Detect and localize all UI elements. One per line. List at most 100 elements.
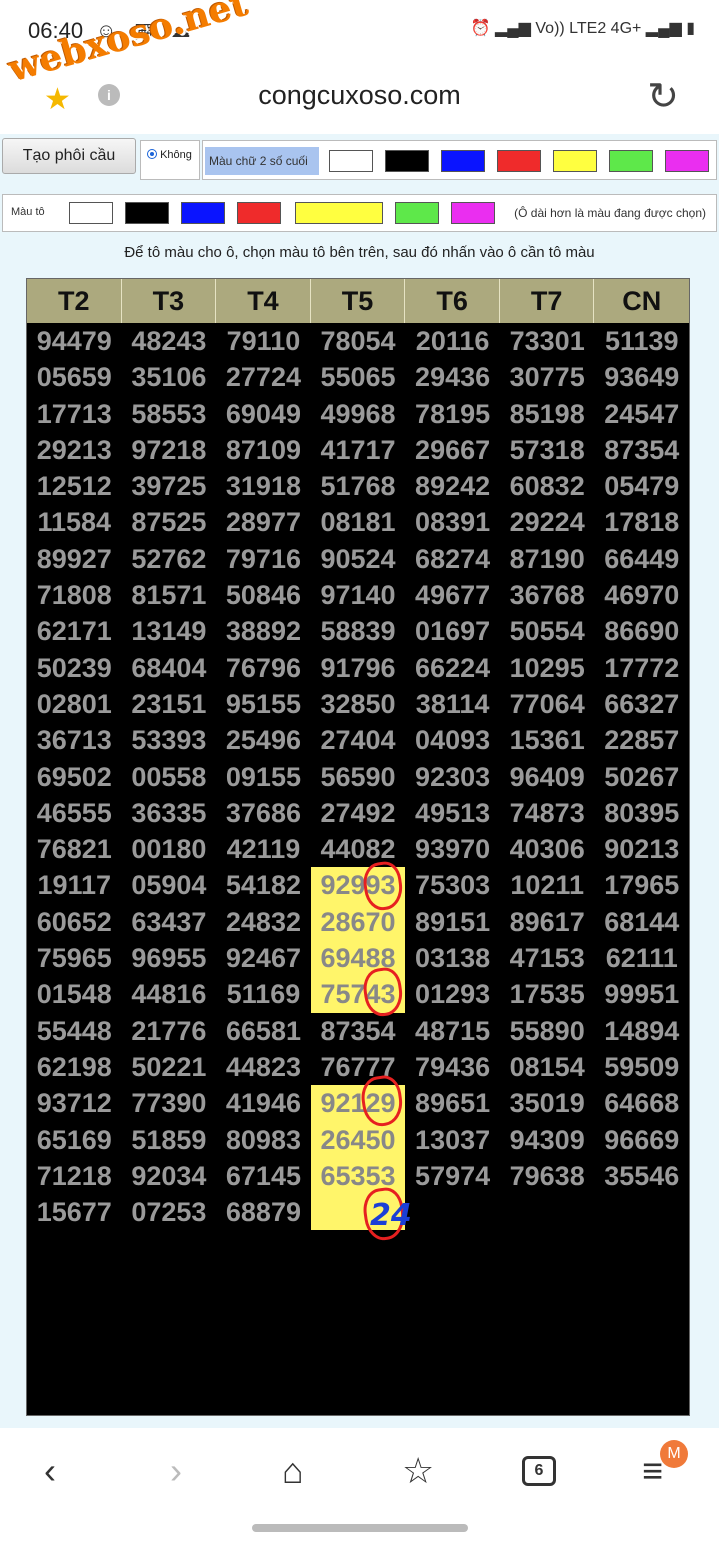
table-cell[interactable]: 66449 (594, 541, 689, 577)
fill-color-swatch-yellow-selected[interactable] (295, 202, 383, 224)
table-cell[interactable]: 64668 (594, 1085, 689, 1121)
table-cell[interactable]: 48715 (405, 1013, 500, 1049)
table-cell[interactable]: 66327 (594, 686, 689, 722)
table-cell[interactable]: 41946 (216, 1085, 311, 1121)
table-cell[interactable]: 09155 (216, 759, 311, 795)
table-cell[interactable]: 87525 (122, 504, 217, 540)
table-cell[interactable]: 05659 (27, 359, 122, 395)
text-color-swatch-magenta[interactable] (665, 150, 709, 172)
table-cell[interactable]: 14894 (594, 1013, 689, 1049)
table-cell[interactable]: 26450 (310, 1121, 406, 1158)
table-cell[interactable]: 55890 (500, 1013, 595, 1049)
table-cell[interactable]: 58839 (311, 613, 406, 649)
table-cell[interactable]: 27492 (311, 795, 406, 831)
table-cell[interactable]: 97140 (311, 577, 406, 613)
table-cell[interactable]: 68144 (594, 904, 689, 940)
table-cell[interactable]: 74873 (500, 795, 595, 831)
table-cell[interactable]: 50221 (122, 1049, 217, 1085)
table-cell[interactable]: 05479 (594, 468, 689, 504)
table-cell[interactable]: 94479 (27, 323, 122, 359)
table-cell[interactable]: 60832 (500, 468, 595, 504)
table-cell[interactable]: 32850 (311, 686, 406, 722)
table-cell[interactable]: 47153 (500, 940, 595, 976)
table-cell[interactable]: 57318 (500, 432, 595, 468)
table-cell[interactable]: 54182 (216, 867, 311, 903)
table-cell[interactable]: 20116 (405, 323, 500, 359)
table-cell[interactable]: 68274 (405, 541, 500, 577)
table-cell[interactable]: 89651 (405, 1085, 500, 1121)
table-cell[interactable]: 27404 (311, 722, 406, 758)
table-cell[interactable]: 75303 (405, 867, 500, 903)
tao-phoi-cau-button[interactable]: Tạo phôi cầu (2, 138, 136, 174)
table-cell[interactable]: 49513 (405, 795, 500, 831)
table-cell[interactable]: 89242 (405, 468, 500, 504)
back-icon[interactable]: ‹ (44, 1450, 56, 1492)
table-cell[interactable]: 25496 (216, 722, 311, 758)
radio-khong-icon[interactable] (147, 149, 157, 159)
table-cell[interactable]: 51139 (594, 323, 689, 359)
table-cell[interactable]: 63437 (122, 904, 217, 940)
table-cell[interactable]: 89151 (405, 904, 500, 940)
table-cell[interactable]: 79110 (216, 323, 311, 359)
table-cell[interactable]: 15677 (27, 1194, 122, 1230)
table-cell[interactable]: 37686 (216, 795, 311, 831)
table-cell[interactable]: 29436 (405, 359, 500, 395)
table-cell[interactable]: 50239 (27, 650, 122, 686)
table-cell[interactable]: 55448 (27, 1013, 122, 1049)
table-cell[interactable]: 42119 (216, 831, 311, 867)
table-cell[interactable]: 39725 (122, 468, 217, 504)
table-cell[interactable]: 13149 (122, 613, 217, 649)
text-color-swatch-green[interactable] (609, 150, 653, 172)
table-cell[interactable]: 10295 (500, 650, 595, 686)
table-cell[interactable]: 71808 (27, 577, 122, 613)
table-cell[interactable]: 19117 (27, 867, 122, 903)
table-cell[interactable]: 52762 (122, 541, 217, 577)
table-cell[interactable]: 71218 (27, 1158, 122, 1194)
table-cell[interactable]: 60652 (27, 904, 122, 940)
table-cell[interactable]: 44816 (122, 976, 217, 1012)
table-cell[interactable]: 27724 (216, 359, 311, 395)
table-cell[interactable]: 12512 (27, 468, 122, 504)
table-cell[interactable]: 77390 (122, 1085, 217, 1121)
table-cell[interactable]: 41717 (311, 432, 406, 468)
table-cell[interactable]: 87190 (500, 541, 595, 577)
fill-color-swatch-white[interactable] (69, 202, 113, 224)
radio-khong-box[interactable]: Không (140, 140, 200, 180)
table-cell[interactable]: 50554 (500, 613, 595, 649)
table-cell[interactable]: 92034 (122, 1158, 217, 1194)
table-cell[interactable]: 73301 (500, 323, 595, 359)
table-cell[interactable]: 66224 (405, 650, 500, 686)
table-cell[interactable]: 28670 (310, 903, 406, 941)
table-cell[interactable]: 78195 (405, 396, 500, 432)
table-cell[interactable]: 86690 (594, 613, 689, 649)
fill-color-swatch-magenta[interactable] (451, 202, 495, 224)
table-cell[interactable] (405, 1194, 500, 1230)
table-cell[interactable]: 23151 (122, 686, 217, 722)
table-cell[interactable]: 31918 (216, 468, 311, 504)
table-cell[interactable]: 58553 (122, 396, 217, 432)
table-cell[interactable] (594, 1194, 689, 1230)
table-cell[interactable]: 55065 (311, 359, 406, 395)
table-cell[interactable]: 65169 (27, 1122, 122, 1158)
table-cell[interactable]: 36768 (500, 577, 595, 613)
table-cell[interactable]: 35106 (122, 359, 217, 395)
table-cell[interactable]: 89617 (500, 904, 595, 940)
table-cell[interactable]: 79638 (500, 1158, 595, 1194)
table-cell[interactable]: 69502 (27, 759, 122, 795)
table-cell[interactable]: 53393 (122, 722, 217, 758)
table-cell[interactable]: 79716 (216, 541, 311, 577)
tabs-count-icon[interactable]: 6 (522, 1456, 556, 1486)
table-cell[interactable]: 15361 (500, 722, 595, 758)
table-cell[interactable]: 75965 (27, 940, 122, 976)
table-cell[interactable]: 50846 (216, 577, 311, 613)
table-cell[interactable]: 29224 (500, 504, 595, 540)
table-cell[interactable]: 17965 (594, 867, 689, 903)
table-cell[interactable]: 66581 (216, 1013, 311, 1049)
table-cell[interactable]: 30775 (500, 359, 595, 395)
table-cell[interactable]: 17772 (594, 650, 689, 686)
table-cell[interactable]: 22857 (594, 722, 689, 758)
table-cell[interactable]: 56590 (311, 759, 406, 795)
table-cell[interactable]: 51169 (216, 976, 311, 1012)
table-cell[interactable]: 76796 (216, 650, 311, 686)
table-cell[interactable]: 08154 (500, 1049, 595, 1085)
